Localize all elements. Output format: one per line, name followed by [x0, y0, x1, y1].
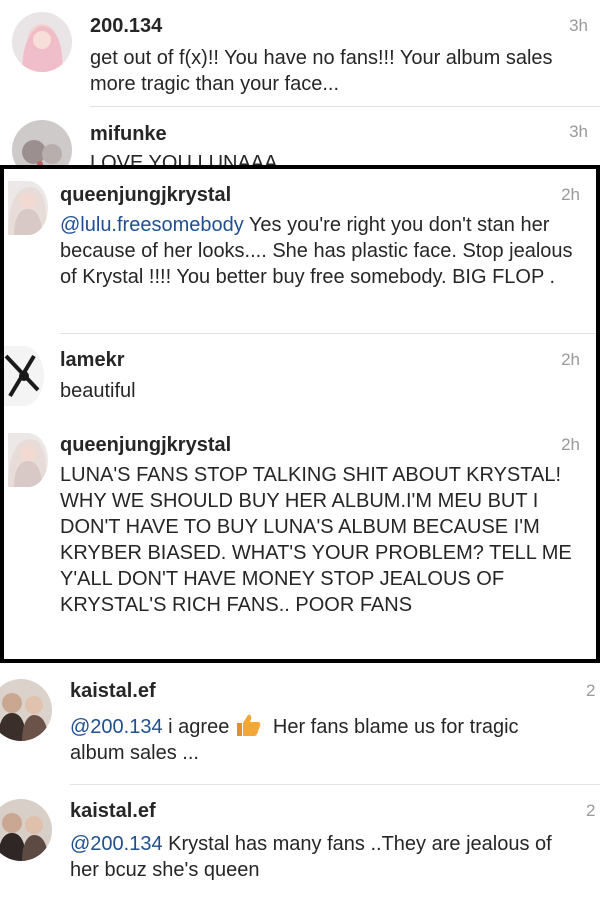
username[interactable]: 200.134 [90, 14, 162, 38]
comment-lamekr: lamekr 2h beautiful [4, 334, 596, 419]
timestamp: 2h [561, 435, 580, 454]
username[interactable]: queenjungjkrystal [60, 433, 231, 457]
comment-text: LOVE YOU LUNAAA [90, 152, 278, 165]
timestamp: 2h [561, 185, 580, 204]
username[interactable]: queenjungjkrystal [60, 183, 231, 207]
username[interactable]: kaistal.ef [70, 799, 156, 823]
comment-text: @lulu.freesomebody Yes you're right you … [60, 212, 585, 290]
avatar[interactable] [0, 799, 52, 861]
timestamp: 3h [569, 16, 588, 35]
highlight-frame: queenjungjkrystal 2h @lulu.freesomebody … [0, 165, 600, 663]
comment-200-134: 200.134 3h get out of f(x)!! You have no… [0, 0, 600, 110]
comment-kaistal-2: kaistal.ef 2 @200.134 Krystal has many f… [0, 785, 600, 900]
comment-text: beautiful [60, 380, 136, 402]
mention-link[interactable]: @lulu.freesomebody [60, 214, 244, 236]
avatar[interactable] [0, 679, 52, 741]
comment-queenjungjkrystal-1: queenjungjkrystal 2h @lulu.freesomebody … [4, 169, 596, 334]
avatar[interactable] [12, 120, 72, 165]
avatar[interactable] [4, 346, 44, 406]
username[interactable]: kaistal.ef [70, 679, 156, 703]
mention-link[interactable]: @200.134 [70, 716, 163, 738]
comment-text: @200.134 Krystal has many fans ..They ar… [70, 831, 570, 883]
mention-link[interactable]: @200.134 [70, 833, 163, 855]
comment-kaistal-1: kaistal.ef 2 @200.134 i agree Her fans b… [0, 665, 600, 785]
username[interactable]: lamekr [60, 348, 125, 372]
comment-text: get out of f(x)!! You have no fans!!! Yo… [90, 47, 553, 95]
avatar[interactable] [8, 181, 48, 235]
timestamp: 2 [586, 801, 596, 820]
comment-body: i agree [162, 716, 230, 738]
comment-text: LUNA'S FANS STOP TALKING SHIT ABOUT KRYS… [60, 464, 572, 616]
avatar[interactable] [8, 433, 48, 487]
comment-queenjungjkrystal-2: queenjungjkrystal 2h LUNA'S FANS STOP TA… [4, 419, 596, 659]
comment-mifunke: mifunke 3h LOVE YOU LUNAAA [0, 110, 600, 165]
avatar[interactable] [12, 12, 72, 72]
timestamp: 2h [561, 350, 580, 369]
timestamp: 3h [569, 122, 588, 141]
thumbs-up-icon [235, 713, 261, 737]
timestamp: 2 [586, 681, 596, 700]
divider [90, 106, 600, 107]
username[interactable]: mifunke [90, 122, 167, 146]
comment-text: @200.134 i agree Her fans blame us for t… [70, 713, 570, 766]
